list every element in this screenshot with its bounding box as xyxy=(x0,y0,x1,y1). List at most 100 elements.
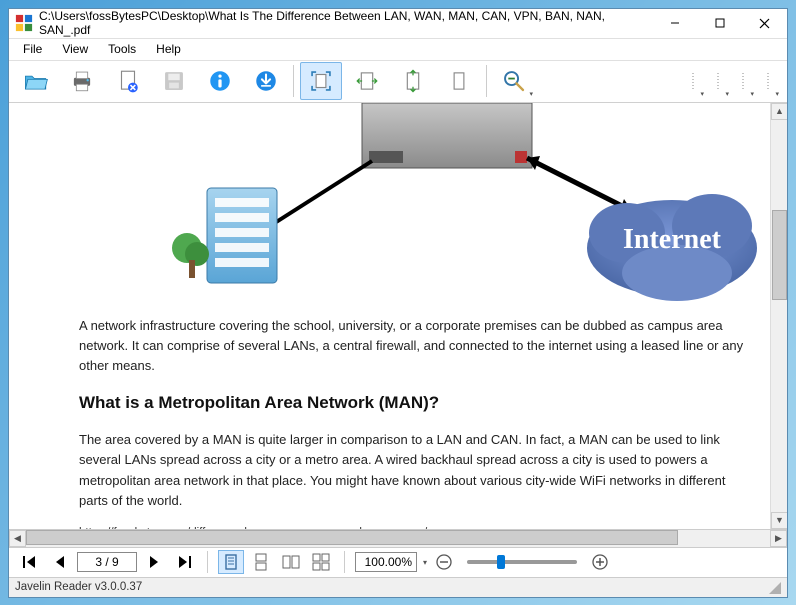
chevron-down-icon: ▾ xyxy=(529,90,533,98)
horizontal-scrollbar[interactable]: ◀ ▶ xyxy=(9,530,787,547)
minimize-button[interactable] xyxy=(652,8,697,38)
save-disk-icon xyxy=(161,68,187,94)
separator xyxy=(344,551,345,573)
zoom-slider[interactable] xyxy=(467,560,577,564)
titlebar: C:\Users\fossBytesPC\Desktop\What Is The… xyxy=(9,9,787,39)
menu-view[interactable]: View xyxy=(52,40,98,58)
document-text: A network infrastructure covering the sc… xyxy=(37,306,782,530)
scroll-up-arrow-icon[interactable]: ▲ xyxy=(771,103,787,120)
prev-page-icon xyxy=(55,556,65,568)
single-page-view-button[interactable] xyxy=(218,550,244,574)
download-icon xyxy=(253,68,279,94)
page-width-icon xyxy=(354,68,380,94)
zoom-level-input[interactable] xyxy=(355,552,417,572)
internet-label: Internet xyxy=(623,224,722,255)
facing-continuous-view-button[interactable] xyxy=(308,550,334,574)
zoom-out-button[interactable] xyxy=(431,550,457,574)
save-button[interactable] xyxy=(153,62,195,100)
scroll-down-arrow-icon[interactable]: ▼ xyxy=(771,512,787,529)
close-icon xyxy=(759,18,770,29)
chevron-down-icon: ▾ xyxy=(750,90,754,98)
toolbar-overflow-2[interactable]: ▾ xyxy=(709,62,731,100)
scroll-track[interactable] xyxy=(771,120,787,512)
vertical-scrollbar[interactable]: ▲ ▼ xyxy=(770,103,787,529)
zoom-out-icon xyxy=(436,554,452,570)
next-page-icon xyxy=(149,556,159,568)
dotted-split-icon xyxy=(689,71,701,91)
source-url: https://fossbytes.com/difference-lan-wan… xyxy=(79,525,752,530)
resize-grip-icon[interactable] xyxy=(767,580,781,594)
scroll-track[interactable] xyxy=(26,530,770,547)
chevron-down-icon: ▾ xyxy=(775,90,779,98)
download-button[interactable] xyxy=(245,62,287,100)
first-page-icon xyxy=(23,556,37,568)
last-page-button[interactable] xyxy=(171,550,197,574)
window-controls xyxy=(652,8,787,38)
scroll-right-arrow-icon[interactable]: ▶ xyxy=(770,530,787,547)
toolbar-overflow-1[interactable]: ▾ xyxy=(684,62,706,100)
menu-tools[interactable]: Tools xyxy=(98,40,146,58)
zoom-in-button[interactable] xyxy=(587,550,613,574)
info-button[interactable] xyxy=(199,62,241,100)
maximize-button[interactable] xyxy=(697,8,742,38)
print-icon xyxy=(69,68,95,94)
dotted-split-icon xyxy=(739,71,751,91)
info-icon xyxy=(207,68,233,94)
prev-page-button[interactable] xyxy=(47,550,73,574)
maximize-icon xyxy=(715,18,725,28)
actual-size-button[interactable] xyxy=(438,62,480,100)
window-title: C:\Users\fossBytesPC\Desktop\What Is The… xyxy=(39,9,652,37)
pdf-page: Internet A network infrastructure coveri… xyxy=(37,103,782,530)
separator xyxy=(207,551,208,573)
continuous-view-button[interactable] xyxy=(248,550,274,574)
print-button[interactable] xyxy=(61,62,103,100)
page-height-button[interactable] xyxy=(392,62,434,100)
open-button[interactable] xyxy=(15,62,57,100)
close-button[interactable] xyxy=(742,8,787,38)
scroll-thumb[interactable] xyxy=(26,530,678,545)
status-version: Javelin Reader v3.0.0.37 xyxy=(15,581,142,593)
statusbar: Javelin Reader v3.0.0.37 xyxy=(9,577,787,597)
open-folder-icon xyxy=(23,68,49,94)
remove-page-button[interactable] xyxy=(107,62,149,100)
chevron-down-icon: ▾ xyxy=(725,90,729,98)
toolbar-overflow-4[interactable]: ▾ xyxy=(759,62,781,100)
page-number-input[interactable] xyxy=(77,552,137,572)
paragraph: The area covered by a MAN is quite large… xyxy=(79,430,752,511)
menu-help[interactable]: Help xyxy=(146,40,191,58)
toolbar-separator xyxy=(486,65,487,97)
last-page-icon xyxy=(177,556,191,568)
zoom-in-icon xyxy=(592,554,608,570)
next-page-button[interactable] xyxy=(141,550,167,574)
fit-page-button[interactable] xyxy=(300,62,342,100)
network-diagram-illustration: Internet xyxy=(37,103,782,303)
scroll-left-arrow-icon[interactable]: ◀ xyxy=(9,530,26,547)
minimize-icon xyxy=(670,18,680,28)
first-page-button[interactable] xyxy=(17,550,43,574)
facing-page-icon xyxy=(281,553,301,571)
app-window: C:\Users\fossBytesPC\Desktop\What Is The… xyxy=(8,8,788,598)
chevron-down-icon: ▾ xyxy=(700,90,704,98)
facing-view-button[interactable] xyxy=(278,550,304,574)
page-actual-icon xyxy=(446,68,472,94)
menu-file[interactable]: File xyxy=(13,40,52,58)
dotted-split-icon xyxy=(764,71,776,91)
chevron-down-icon[interactable]: ▾ xyxy=(423,558,427,567)
fit-page-icon xyxy=(308,68,334,94)
zoom-tool-button[interactable]: ▾ xyxy=(493,62,535,100)
zoom-slider-thumb[interactable] xyxy=(497,555,505,569)
document-viewport[interactable]: Internet A network infrastructure coveri… xyxy=(9,103,787,530)
toolbar-separator xyxy=(293,65,294,97)
bottom-toolbar: ▾ xyxy=(9,547,787,577)
continuous-page-icon xyxy=(253,553,269,571)
scroll-thumb[interactable] xyxy=(772,210,787,300)
page-height-icon xyxy=(400,68,426,94)
facing-continuous-icon xyxy=(311,553,331,571)
page-width-button[interactable] xyxy=(346,62,388,100)
app-icon xyxy=(15,14,33,32)
toolbar: ▾ ▾ ▾ ▾ ▾ xyxy=(9,61,787,103)
document-area: Internet A network infrastructure coveri… xyxy=(9,103,787,547)
toolbar-overflow-3[interactable]: ▾ xyxy=(734,62,756,100)
section-heading: What is a Metropolitan Area Network (MAN… xyxy=(79,390,752,416)
dotted-split-icon xyxy=(714,71,726,91)
